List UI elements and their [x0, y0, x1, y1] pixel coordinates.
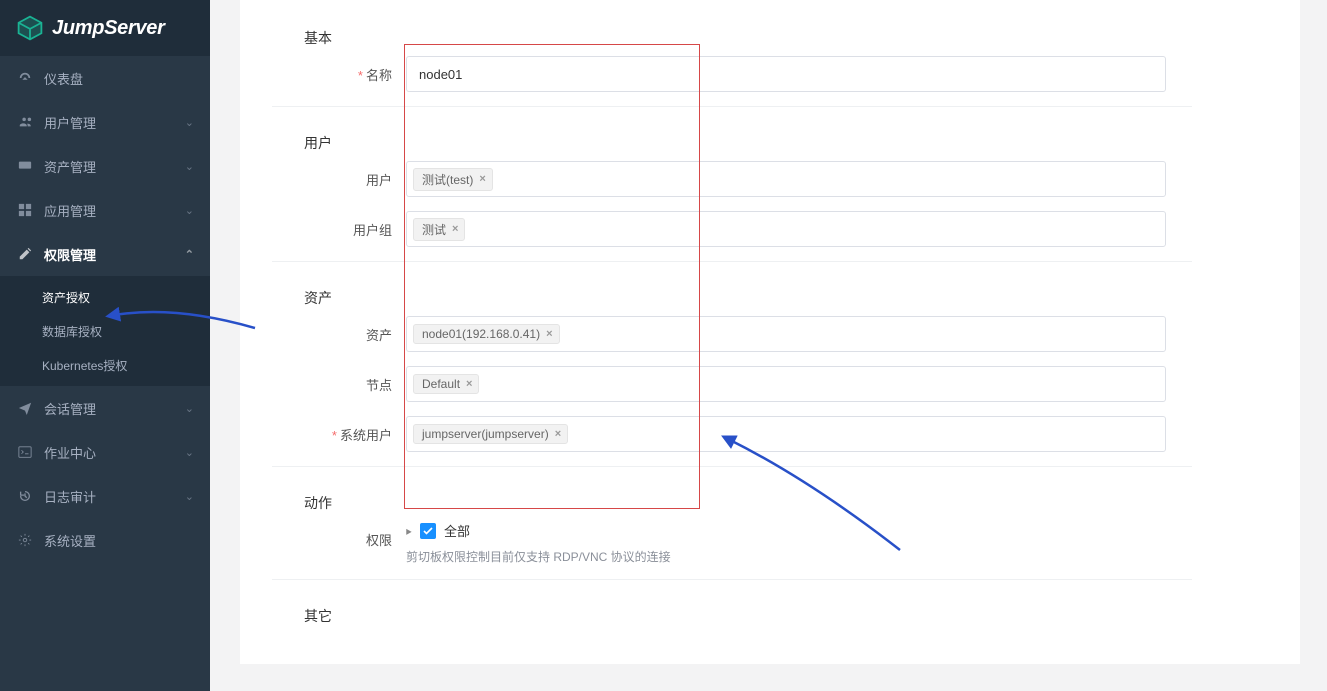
label-systemuser: *系统用户 [240, 416, 406, 444]
usergroup-select[interactable]: 测试 × [406, 211, 1166, 247]
label-perm: 权限 [240, 521, 406, 549]
dashboard-icon [18, 71, 32, 85]
close-icon[interactable]: × [466, 378, 472, 390]
chevron-down-icon: ⌄ [185, 490, 194, 503]
nav-perms[interactable]: 权限管理 ⌃ [0, 232, 210, 276]
chevron-down-icon: ⌄ [185, 204, 194, 217]
label-user: 用户 [240, 161, 406, 189]
terminal-icon [18, 445, 32, 459]
tag: node01(192.168.0.41) × [413, 324, 560, 344]
nav-label: 应用管理 [44, 201, 96, 220]
perm-note: 剪切板权限控制目前仅支持 RDP/VNC 协议的连接 [406, 548, 1166, 565]
section-asset: 资产 [240, 280, 1300, 316]
caret-right-icon[interactable]: ▸ [406, 524, 411, 538]
nav-label: 会话管理 [44, 399, 96, 418]
apps-icon [18, 203, 32, 217]
nav-jobs[interactable]: 作业中心 ⌄ [0, 430, 210, 474]
nav-perms-database[interactable]: 数据库授权 [0, 314, 210, 348]
nav-perms-kubernetes[interactable]: Kubernetes授权 [0, 348, 210, 382]
label-asset: 资产 [240, 316, 406, 344]
nav-dashboard[interactable]: 仪表盘 [0, 56, 210, 100]
nav-sublabel: Kubernetes授权 [42, 357, 127, 374]
asset-select[interactable]: node01(192.168.0.41) × [406, 316, 1166, 352]
main-content: 基本 *名称 用户 用户 测试(test) × 用户组 [210, 0, 1327, 691]
nav-label: 用户管理 [44, 113, 96, 132]
history-icon [18, 489, 32, 503]
nav-settings[interactable]: 系统设置 [0, 518, 210, 562]
plane-icon [18, 401, 32, 415]
tag: jumpserver(jumpserver) × [413, 424, 568, 444]
divider [272, 261, 1192, 262]
close-icon[interactable]: × [546, 328, 552, 340]
asset-icon [18, 159, 32, 173]
name-input[interactable] [406, 56, 1166, 92]
nav-label: 日志审计 [44, 487, 96, 506]
section-user: 用户 [240, 125, 1300, 161]
nav-sessions[interactable]: 会话管理 ⌄ [0, 386, 210, 430]
label-node: 节点 [240, 366, 406, 394]
chevron-up-icon: ⌃ [185, 248, 194, 261]
perm-all-checkbox[interactable] [420, 523, 436, 539]
tag: 测试(test) × [413, 168, 493, 191]
nav-assets[interactable]: 资产管理 ⌄ [0, 144, 210, 188]
divider [272, 579, 1192, 580]
sidebar: JumpServer 仪表盘 用户管理 ⌄ 资产管理 ⌄ 应用管理 ⌄ 权限管理 [0, 0, 210, 691]
nav-label: 资产管理 [44, 157, 96, 176]
tag: Default × [413, 374, 479, 394]
section-other: 其它 [240, 598, 1300, 634]
label-name: *名称 [240, 56, 406, 84]
nav-sublabel: 资产授权 [42, 289, 90, 306]
brand[interactable]: JumpServer [0, 0, 210, 56]
form-panel: 基本 *名称 用户 用户 测试(test) × 用户组 [240, 0, 1300, 664]
users-icon [18, 115, 32, 129]
nav-apps[interactable]: 应用管理 ⌄ [0, 188, 210, 232]
nav-audits[interactable]: 日志审计 ⌄ [0, 474, 210, 518]
nav-label: 仪表盘 [44, 69, 83, 88]
nav-label: 系统设置 [44, 531, 96, 550]
nav-label: 作业中心 [44, 443, 96, 462]
chevron-down-icon: ⌄ [185, 116, 194, 129]
section-action: 动作 [240, 485, 1300, 521]
close-icon[interactable]: × [555, 428, 561, 440]
close-icon[interactable]: × [452, 223, 458, 235]
logo-icon [16, 14, 44, 42]
chevron-down-icon: ⌄ [185, 160, 194, 173]
user-select[interactable]: 测试(test) × [406, 161, 1166, 197]
section-basic: 基本 [240, 20, 1300, 56]
systemuser-select[interactable]: jumpserver(jumpserver) × [406, 416, 1166, 452]
edit-icon [18, 247, 32, 261]
label-usergroup: 用户组 [240, 211, 406, 239]
divider [272, 466, 1192, 467]
brand-text: JumpServer [52, 17, 165, 40]
nav-sublabel: 数据库授权 [42, 323, 102, 340]
chevron-down-icon: ⌄ [185, 402, 194, 415]
perm-all-label: 全部 [444, 521, 470, 540]
nav-label: 权限管理 [44, 245, 96, 264]
nav-users[interactable]: 用户管理 ⌄ [0, 100, 210, 144]
gear-icon [18, 533, 32, 547]
divider [272, 106, 1192, 107]
tag: 测试 × [413, 218, 465, 241]
nav-perms-asset[interactable]: 资产授权 [0, 280, 210, 314]
close-icon[interactable]: × [479, 173, 485, 185]
node-select[interactable]: Default × [406, 366, 1166, 402]
chevron-down-icon: ⌄ [185, 446, 194, 459]
